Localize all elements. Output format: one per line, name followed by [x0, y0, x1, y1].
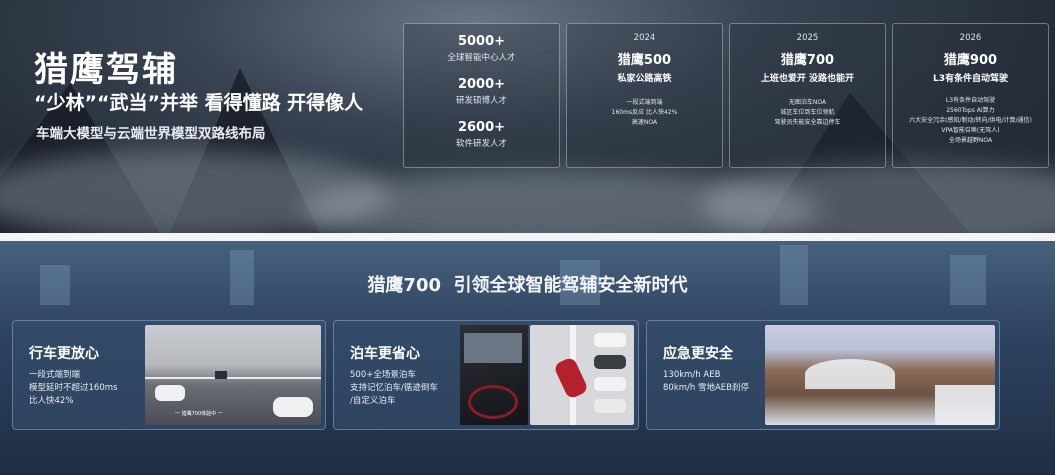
product-feature: 2560Tops AI算力 — [946, 107, 995, 114]
product-panel-2024: 2024 猎鹰500 私家公路高铁 一段式端到端 160ms反应 比人快42% … — [566, 23, 723, 168]
stat-value: 2000+ — [457, 77, 506, 92]
parking-view-photo — [530, 325, 634, 425]
product-feature: 160ms反应 比人快42% — [611, 109, 678, 116]
product-tagline: 私家公路高铁 — [617, 74, 672, 84]
card-line: 500+全场景泊车 — [350, 370, 416, 380]
top-banner: 猎鹰驾辅 “少林”“武当”并举 看得懂路 开得像人 车端大模型与云端世界模型双路… — [0, 0, 1055, 233]
feature-card-driving: 行车更放心 一段式端到端 模型延时不超过160ms 比人快42% 一 猎鹰700… — [12, 320, 326, 430]
product-feature: 高速NOA — [631, 119, 658, 126]
parking-interior-photo — [460, 325, 528, 425]
image-caption: 一 猎鹰700体验中 一 — [175, 411, 223, 417]
product-feature: 一段式端到端 — [626, 99, 663, 106]
product-tagline: L3有条件自动驾驶 — [933, 74, 1008, 84]
headline-text: 引领全球智能驾辅安全新时代 — [453, 275, 688, 296]
card-title: 应急更安全 — [663, 346, 733, 362]
snow-landscape-photo — [765, 325, 995, 425]
product-name: 猎鹰700 — [780, 53, 835, 68]
product-name: 猎鹰900 — [943, 53, 998, 68]
product-feature: 驾驶员失能安全靠边停车 — [774, 119, 841, 126]
product-feature: 城区车位到车位领航 — [780, 109, 835, 116]
card-line: 支持记忆泊车/循迹倒车 — [350, 383, 438, 393]
card-description: 130km/h AEB 80km/h 雪地AEB刹停 — [663, 369, 749, 395]
card-description: 500+全场景泊车 支持记忆泊车/循迹倒车 /自定义泊车 — [350, 369, 438, 408]
card-title: 行车更放心 — [29, 346, 99, 362]
slide: 猎鹰驾辅 “少林”“武当”并举 看得懂路 开得像人 车端大模型与云端世界模型双路… — [0, 0, 1055, 475]
stat-value: 5000+ — [457, 34, 506, 49]
product-panel-2026: 2026 猎鹰900 L3有条件自动驾驶 L3有条件自动驾驶 2560Tops … — [892, 23, 1049, 168]
card-line: /自定义泊车 — [350, 396, 396, 406]
stat-label: 软件研发人才 — [455, 139, 507, 149]
section-divider — [0, 233, 1055, 241]
product-panel-2025: 2025 猎鹰700 上班也爱开 没路也能开 无图泊车NOA 城区车位到车位领航… — [729, 23, 886, 168]
stat-value: 2600+ — [457, 120, 506, 135]
stat-label: 研发硕博人才 — [455, 96, 507, 106]
driving-photo: 一 猎鹰700体验中 一 — [145, 325, 321, 425]
page-title: 猎鹰驾辅 — [34, 50, 178, 90]
card-title: 泊车更省心 — [350, 346, 420, 362]
product-year: 2024 — [633, 33, 656, 43]
card-line: 比人快42% — [29, 396, 74, 406]
slogan: “少林”“武当”并举 看得懂路 开得像人 — [34, 92, 364, 114]
stat-label: 全球智能中心人才 — [447, 53, 516, 63]
product-feature: 全场景越野NOA — [948, 137, 993, 144]
talent-stats-panel: 5000+ 全球智能中心人才 2000+ 研发硕博人才 2600+ 软件研发人才 — [403, 23, 560, 168]
feature-card-parking: 泊车更省心 500+全场景泊车 支持记忆泊车/循迹倒车 /自定义泊车 — [333, 320, 639, 430]
product-name: 猎鹰500 — [617, 53, 672, 68]
product-feature: 六大安全冗余(感知/制动/转向/供电/计算/通信) — [909, 117, 1032, 124]
headline-accent: 猎鹰700 — [367, 275, 442, 296]
product-feature: L3有条件自动驾驶 — [945, 97, 996, 104]
product-year: 2025 — [796, 33, 819, 43]
card-line: 130km/h AEB — [663, 370, 721, 380]
product-feature: 无图泊车NOA — [788, 99, 827, 106]
card-line: 80km/h 雪地AEB刹停 — [663, 383, 749, 393]
subtitle: 车端大模型与云端世界模型双路线布局 — [36, 126, 266, 142]
product-tagline: 上班也爱开 没路也能开 — [760, 74, 855, 84]
section-headline: 猎鹰700 引领全球智能驾辅安全新时代 — [0, 271, 1055, 297]
product-feature: VPA智能召唤(无驾人) — [941, 127, 1000, 134]
product-year: 2026 — [959, 33, 982, 43]
cloud-shape — [700, 160, 1055, 233]
card-description: 一段式端到端 模型延时不超过160ms 比人快42% — [29, 369, 117, 408]
card-line: 一段式端到端 — [29, 370, 81, 380]
card-line: 模型延时不超过160ms — [29, 383, 118, 393]
feature-card-emergency: 应急更安全 130km/h AEB 80km/h 雪地AEB刹停 — [646, 320, 1000, 430]
